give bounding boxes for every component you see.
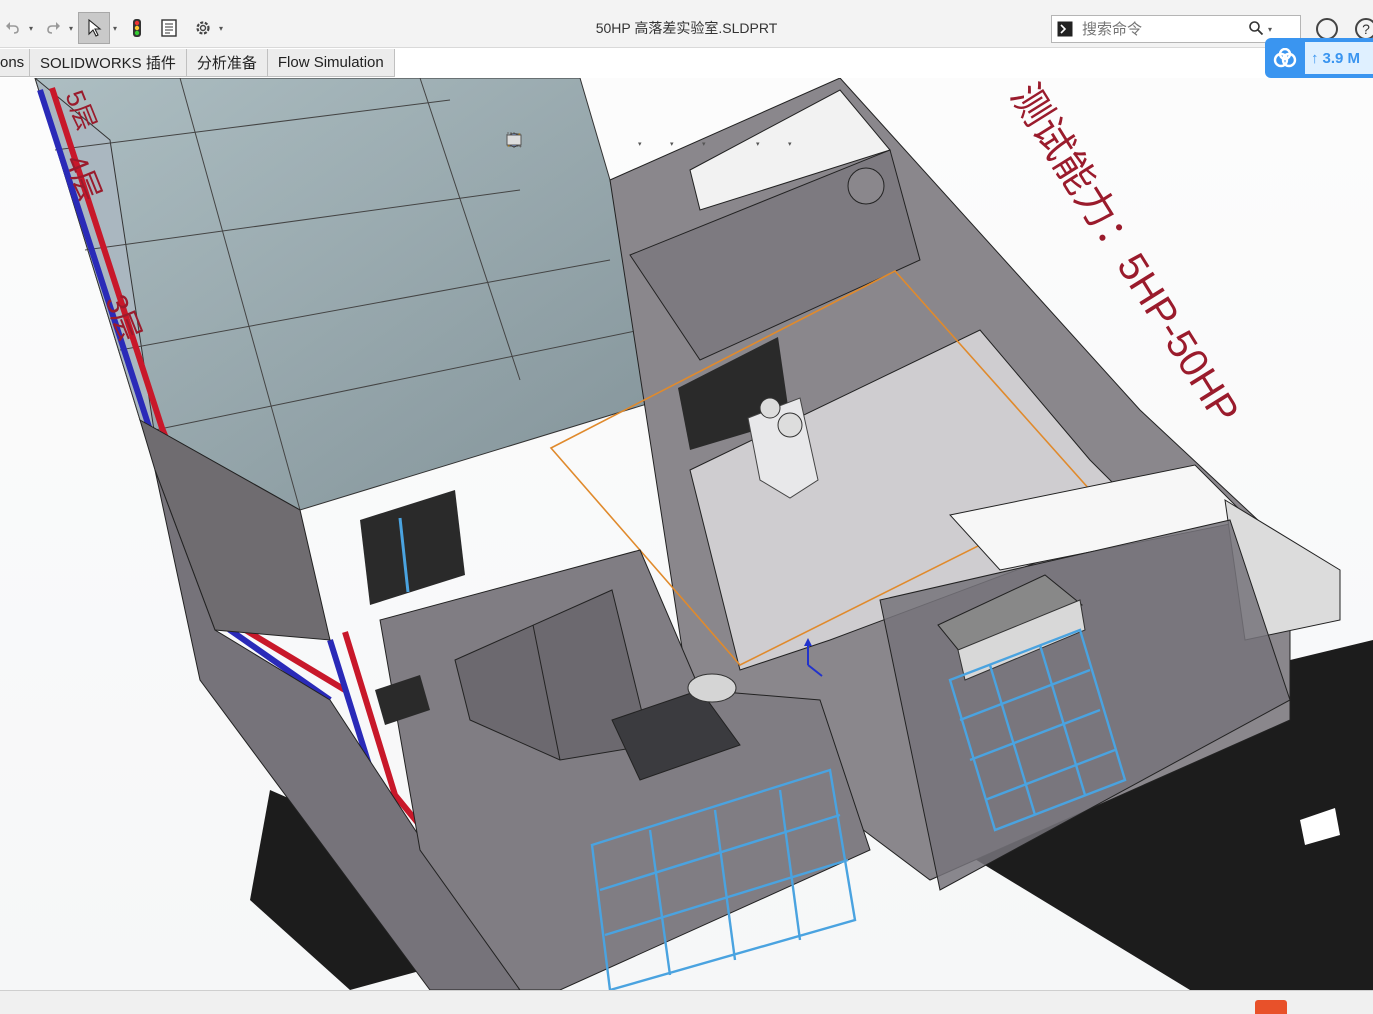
chevron-down-icon[interactable]: ▾ xyxy=(702,140,710,148)
cloud-logo-icon xyxy=(1265,38,1305,78)
chevron-down-icon[interactable]: ▾ xyxy=(756,140,764,148)
options-dropdown-icon[interactable]: ▾ xyxy=(216,15,226,41)
search-icon[interactable] xyxy=(1248,20,1268,39)
model-view: 测试能力：5HP-50HP 5层 4层 3层 xyxy=(34,78,1373,990)
dynamic-annotation-icon[interactable] xyxy=(507,133,614,154)
heads-up-view-toolbar: ▾ ▾ ▾ ▾ ▾ xyxy=(506,132,796,156)
previous-view-icon[interactable] xyxy=(507,134,570,154)
gear-icon[interactable] xyxy=(190,15,216,41)
undo-icon[interactable] xyxy=(0,15,26,41)
command-search[interactable]: ▾ xyxy=(1051,15,1301,43)
cursor-select-icon[interactable] xyxy=(78,12,110,44)
upload-speed: ↑ 3.9 M xyxy=(1305,42,1373,74)
hide-show-items-icon[interactable] xyxy=(506,134,700,154)
traffic-light-icon[interactable] xyxy=(124,15,150,41)
chevron-down-icon[interactable]: ▾ xyxy=(670,140,678,148)
section-view-icon[interactable] xyxy=(507,133,592,154)
command-manager-tabs: ons SOLIDWORKS 插件 分析准备 Flow Simulation xyxy=(0,49,395,77)
tab-flow-simulation[interactable]: Flow Simulation xyxy=(267,49,395,77)
arrow-up-icon: ↑ xyxy=(1311,49,1319,67)
quick-access-toolbar: ▾ ▾ ▾ ▾ xyxy=(0,10,226,46)
upload-speed-label: 3.9 M xyxy=(1322,49,1361,67)
fan-icon xyxy=(777,412,803,438)
undo-dropdown-icon[interactable]: ▾ xyxy=(26,15,36,41)
redo-icon[interactable] xyxy=(40,15,66,41)
tab-analysis-prep[interactable]: 分析准备 xyxy=(186,49,268,77)
help-icon[interactable]: ? xyxy=(1355,18,1373,40)
chevron-down-icon[interactable]: ▾ xyxy=(788,140,796,148)
netdisk-widget[interactable]: ↑ 3.9 M xyxy=(1265,38,1373,78)
tray-indicator xyxy=(1255,1000,1287,1014)
duct-opening xyxy=(847,167,885,205)
search-input[interactable] xyxy=(1078,20,1248,38)
status-bar xyxy=(0,990,1373,1014)
edit-appearance-icon[interactable] xyxy=(508,134,732,154)
display-style-icon[interactable] xyxy=(508,133,668,154)
fan-housing xyxy=(687,673,737,703)
chevron-down-icon[interactable]: ▾ xyxy=(1268,25,1282,34)
select-dropdown-icon[interactable]: ▾ xyxy=(110,15,120,41)
command-prompt-icon xyxy=(1052,16,1078,42)
zoom-area-icon[interactable] xyxy=(506,132,548,154)
redo-dropdown-icon[interactable]: ▾ xyxy=(66,15,76,41)
view-orientation-icon[interactable] xyxy=(508,133,636,154)
title-bar: ▾ ▾ ▾ ▾ 50HP 高落差实验室.SLDPRT ▾ ? xyxy=(0,0,1373,48)
chevron-down-icon[interactable]: ▾ xyxy=(638,140,646,148)
view-settings-icon[interactable] xyxy=(506,134,786,154)
user-account-icon[interactable] xyxy=(1316,18,1338,40)
file-properties-icon[interactable] xyxy=(156,15,182,41)
side-grille xyxy=(360,490,465,605)
apply-scene-icon[interactable] xyxy=(508,134,754,154)
tab-solidworks-addins[interactable]: SOLIDWORKS 插件 xyxy=(30,49,187,77)
fan-icon xyxy=(759,397,781,419)
graphics-area[interactable]: 测试能力：5HP-50HP 5层 4层 3层 ▾ ▾ ▾ ▾ ▾ xyxy=(0,78,1373,990)
tab-add-ins[interactable]: ons xyxy=(0,49,30,77)
